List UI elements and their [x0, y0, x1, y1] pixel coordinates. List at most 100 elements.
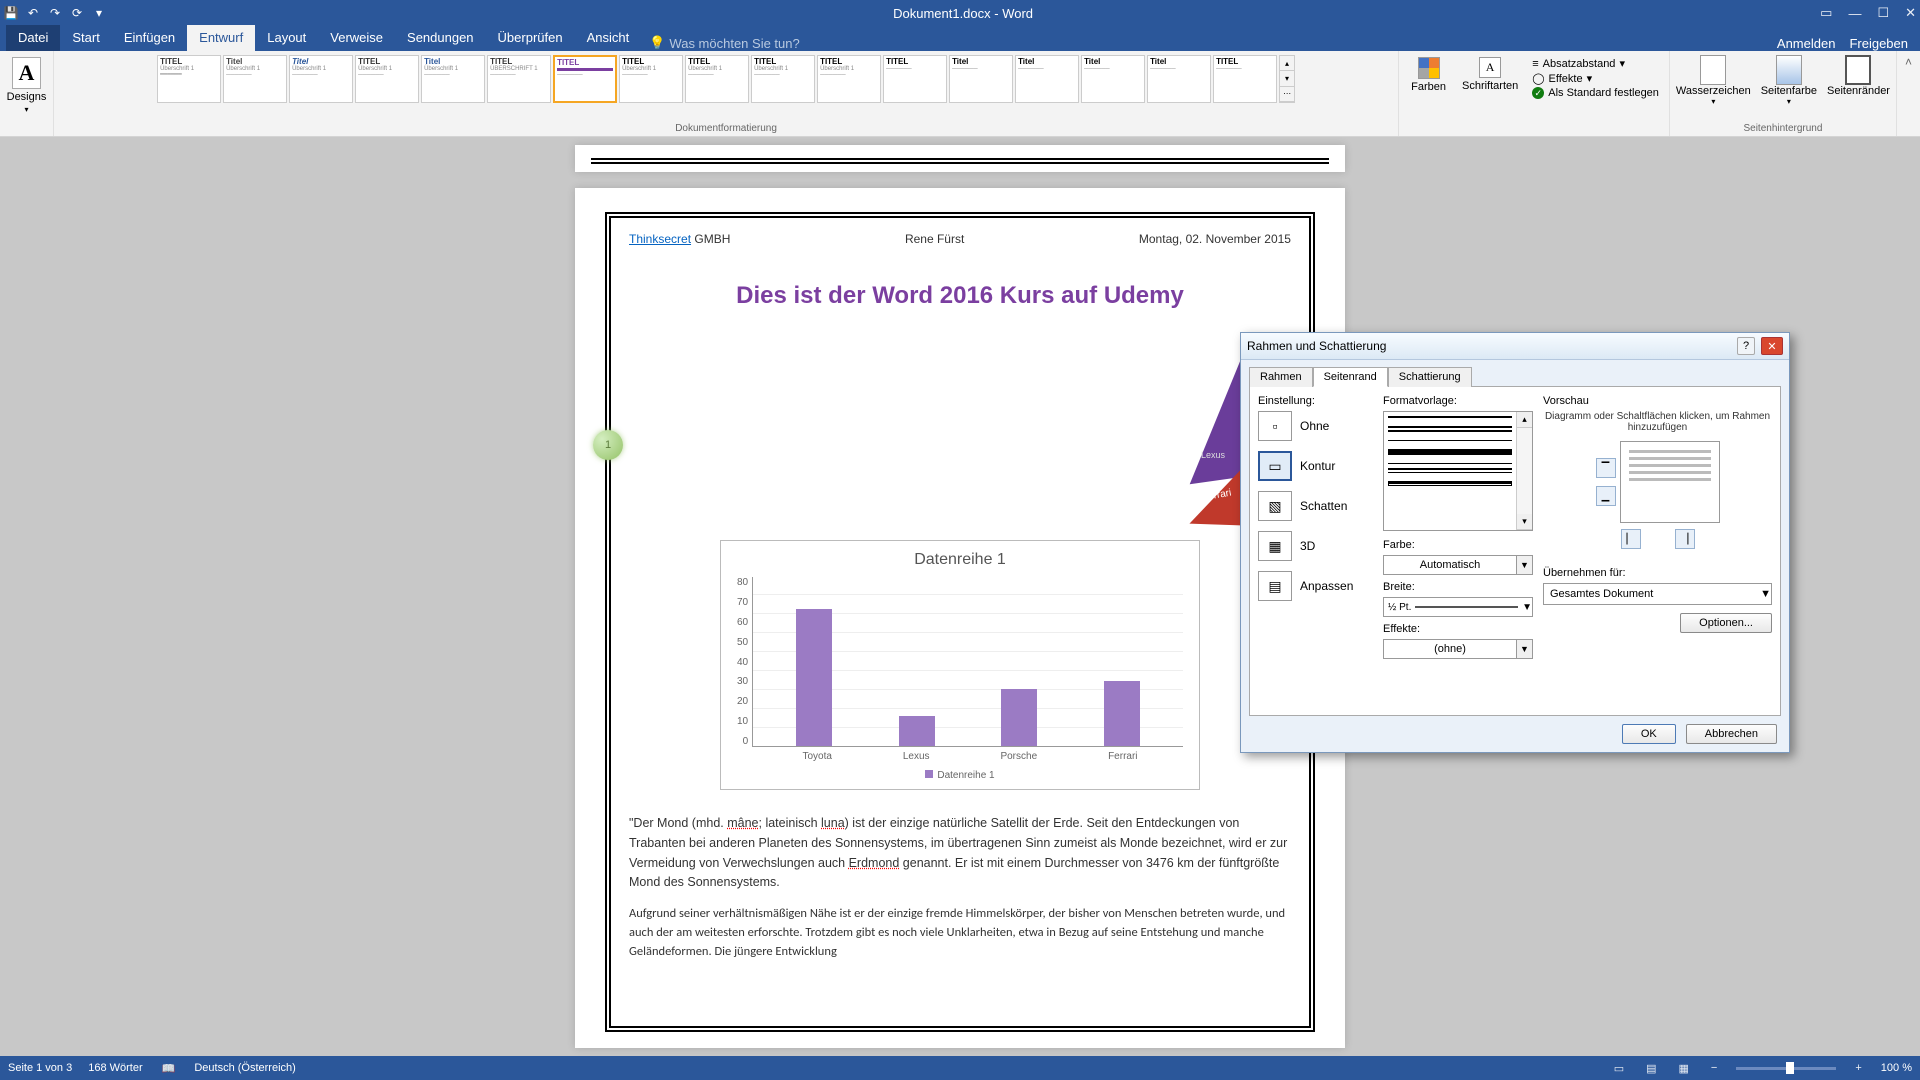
setting-none[interactable]: ▫ Ohne: [1258, 411, 1373, 441]
designs-button[interactable]: A Designs ▾: [3, 55, 51, 116]
edge-right-button[interactable]: ▕: [1675, 529, 1695, 549]
tab-start[interactable]: Start: [60, 25, 111, 51]
styleset-item[interactable]: TitelÜberschrift 1──────: [223, 55, 287, 103]
qat-more-icon[interactable]: ▾: [92, 6, 106, 20]
tab-sendungen[interactable]: Sendungen: [395, 25, 486, 51]
effects-button[interactable]: ◯Effekte ▾: [1532, 72, 1659, 85]
preview-page[interactable]: [1620, 441, 1720, 523]
styleset-item[interactable]: TITELÜberschrift 1──────: [817, 55, 881, 103]
styleset-item[interactable]: TITELÜBERSCHRIFT 1──────: [487, 55, 551, 103]
tab-verweise[interactable]: Verweise: [318, 25, 395, 51]
collapse-ribbon-icon[interactable]: ˄: [1897, 51, 1920, 73]
fonts-button[interactable]: A Schriftarten: [1456, 55, 1524, 95]
chevron-down-icon[interactable]: ▼: [1522, 602, 1532, 613]
redo-icon[interactable]: ↷: [48, 6, 62, 20]
ribbon-options-icon[interactable]: ▭: [1820, 5, 1832, 21]
styleset-item[interactable]: TITEL──────: [1213, 55, 1277, 103]
tab-entwurf[interactable]: Entwurf: [187, 25, 255, 51]
styleset-item[interactable]: TitelÜberschrift 1──────: [421, 55, 485, 103]
save-icon[interactable]: 💾: [4, 6, 18, 20]
styleset-item[interactable]: TITELÜberschrift 1──────: [355, 55, 419, 103]
styleset-item[interactable]: TITELÜberschrift 1──────: [619, 55, 683, 103]
setting-shadow[interactable]: ▧ Schatten: [1258, 491, 1373, 521]
art-dropdown[interactable]: (ohne) ▼: [1383, 639, 1533, 659]
pageborders-button[interactable]: Seitenränder: [1827, 55, 1890, 106]
status-words[interactable]: 168 Wörter: [88, 1062, 142, 1074]
tab-einfuegen[interactable]: Einfügen: [112, 25, 187, 51]
setting-box-icon: ▭: [1258, 451, 1292, 481]
color-dropdown[interactable]: Automatisch ▼: [1383, 555, 1533, 575]
dialog-titlebar[interactable]: Rahmen und Schattierung ? ✕: [1241, 333, 1789, 360]
watermark-button[interactable]: Wasserzeichen▾: [1676, 55, 1751, 106]
style-scrollbar[interactable]: ▴ ▾: [1516, 412, 1532, 530]
styleset-item[interactable]: TITEL──────: [883, 55, 947, 103]
setdefault-button[interactable]: ✓Als Standard festlegen: [1532, 87, 1659, 99]
spacing-button[interactable]: ≡Absatzabstand ▾: [1532, 57, 1659, 70]
setting-custom[interactable]: ▤ Anpassen: [1258, 571, 1373, 601]
minimize-icon[interactable]: ―: [1848, 6, 1861, 21]
tell-me-search[interactable]: 💡 Was möchten Sie tun?: [649, 35, 800, 51]
styleset-item[interactable]: Titel──────: [949, 55, 1013, 103]
print-layout-icon[interactable]: ▤: [1643, 1062, 1659, 1075]
styleset-item[interactable]: TITELÜberschrift 1──────: [751, 55, 815, 103]
share-button[interactable]: Freigeben: [1849, 36, 1908, 51]
edge-top-button[interactable]: ▔: [1596, 458, 1616, 478]
edge-left-button[interactable]: ▏: [1621, 529, 1641, 549]
styleset-item[interactable]: Titel──────: [1015, 55, 1079, 103]
status-page[interactable]: Seite 1 von 3: [8, 1062, 72, 1074]
zoom-slider[interactable]: [1736, 1067, 1836, 1070]
gallery-scroll[interactable]: ▴▾⋯: [1279, 55, 1295, 103]
zoom-level[interactable]: 100 %: [1881, 1062, 1912, 1074]
help-icon[interactable]: ?: [1737, 337, 1755, 355]
style-listbox[interactable]: ▴ ▾: [1383, 411, 1533, 531]
chevron-down-icon[interactable]: ▼: [1516, 640, 1532, 658]
tab-ueberpruefen[interactable]: Überprüfen: [486, 25, 575, 51]
scroll-down-icon[interactable]: ▾: [1517, 514, 1532, 530]
styleset-item-selected[interactable]: TITEL──────: [553, 55, 617, 103]
tab-ansicht[interactable]: Ansicht: [575, 25, 642, 51]
proofing-icon[interactable]: 📖: [159, 1062, 179, 1075]
scroll-up-icon[interactable]: ▴: [1517, 412, 1532, 428]
web-layout-icon[interactable]: ▦: [1676, 1062, 1692, 1075]
status-language[interactable]: Deutsch (Österreich): [194, 1062, 295, 1074]
pagecolor-button[interactable]: Seitenfarbe▾: [1761, 55, 1817, 106]
touch-icon[interactable]: ⟳: [70, 6, 84, 20]
borders-shading-dialog: Rahmen und Schattierung ? ✕ Rahmen Seite…: [1240, 332, 1790, 753]
edge-bottom-button[interactable]: ▁: [1596, 486, 1616, 506]
zoom-in-icon[interactable]: +: [1852, 1062, 1864, 1074]
styleset-gallery[interactable]: TITELÜberschrift 1━━━━━━ TitelÜberschrif…: [157, 55, 1295, 122]
dialog-close-icon[interactable]: ✕: [1761, 337, 1783, 355]
width-dropdown[interactable]: ½ Pt. ▼: [1383, 597, 1533, 617]
link-luna[interactable]: luna: [821, 816, 845, 830]
styleset-item[interactable]: Titel──────: [1081, 55, 1145, 103]
undo-icon[interactable]: ↶: [26, 6, 40, 20]
maximize-icon[interactable]: ☐: [1877, 5, 1889, 21]
close-icon[interactable]: ✕: [1905, 5, 1916, 21]
styleset-item[interactable]: TITELÜberschrift 1──────: [685, 55, 749, 103]
styleset-item[interactable]: TitelÜberschrift 1──────: [289, 55, 353, 103]
ok-button[interactable]: OK: [1622, 724, 1676, 744]
chevron-down-icon[interactable]: ▼: [1760, 588, 1771, 600]
options-button[interactable]: Optionen...: [1680, 613, 1772, 633]
setting-box[interactable]: ▭ Kontur: [1258, 451, 1373, 481]
comment-marker[interactable]: 1: [593, 430, 623, 460]
header-link[interactable]: Thinksecret: [629, 232, 691, 246]
embedded-chart[interactable]: Datenreihe 1 8070 6050 4030 2010 0 Toyot…: [720, 540, 1200, 790]
cancel-button[interactable]: Abbrechen: [1686, 724, 1777, 744]
read-mode-icon[interactable]: ▭: [1611, 1062, 1627, 1075]
dialog-tab-rahmen[interactable]: Rahmen: [1249, 367, 1313, 387]
chevron-down-icon[interactable]: ▼: [1516, 556, 1532, 574]
link-erdmond[interactable]: Erdmond: [849, 856, 900, 870]
dialog-tab-schattierung[interactable]: Schattierung: [1388, 367, 1472, 387]
signin-link[interactable]: Anmelden: [1777, 36, 1836, 51]
colors-button[interactable]: Farben: [1405, 55, 1452, 95]
tab-layout[interactable]: Layout: [255, 25, 318, 51]
apply-dropdown[interactable]: Gesamtes Dokument ▼: [1543, 583, 1772, 605]
zoom-out-icon[interactable]: −: [1708, 1062, 1720, 1074]
styleset-item[interactable]: Titel──────: [1147, 55, 1211, 103]
setting-3d[interactable]: ▦ 3D: [1258, 531, 1373, 561]
styleset-item[interactable]: TITELÜberschrift 1━━━━━━: [157, 55, 221, 103]
link-mane[interactable]: mâne: [727, 816, 758, 830]
tab-datei[interactable]: Datei: [6, 25, 60, 51]
dialog-tab-seitenrand[interactable]: Seitenrand: [1313, 367, 1388, 387]
